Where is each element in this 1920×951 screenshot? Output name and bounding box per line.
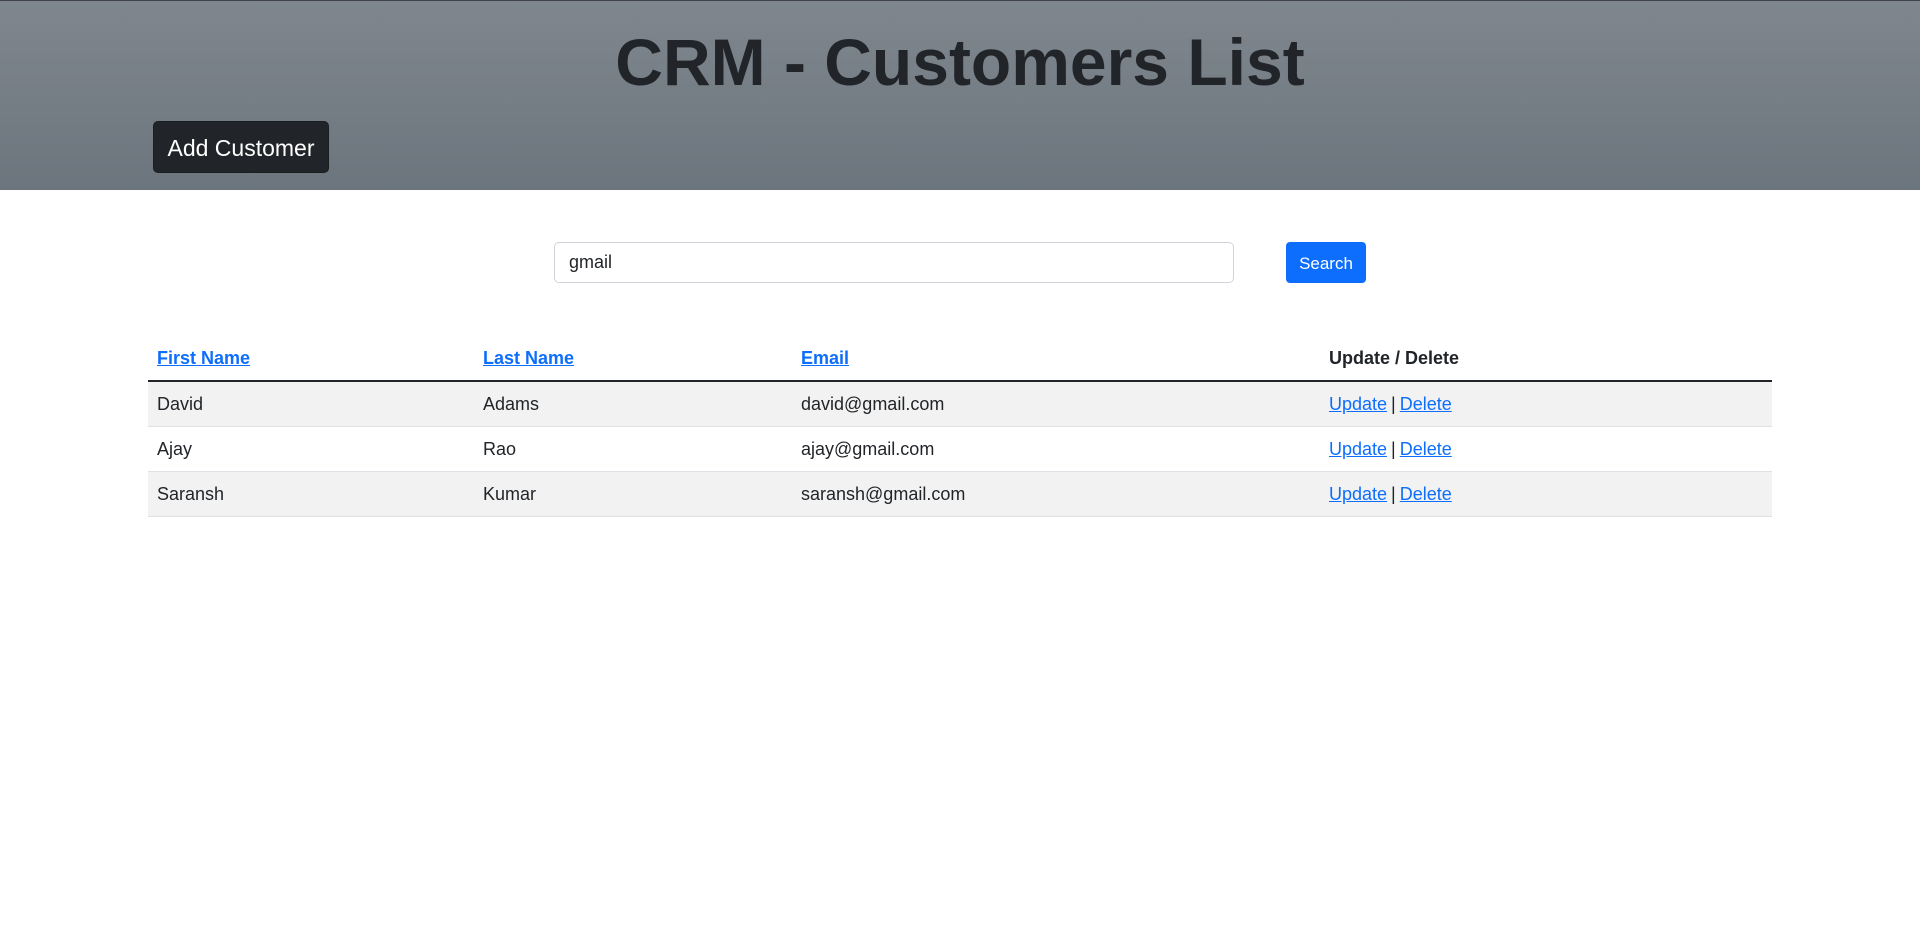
cell-email: ajay@gmail.com [792,426,1320,472]
update-link[interactable]: Update [1329,439,1387,459]
cell-actions: Update | Delete [1320,381,1772,427]
cell-first-name: Ajay [148,426,474,472]
sort-last-name-link[interactable]: Last Name [483,348,574,368]
cell-last-name: Adams [474,381,792,427]
delete-link[interactable]: Delete [1400,394,1452,414]
column-header-email: Email [792,336,1320,382]
add-customer-button[interactable]: Add Customer [153,121,329,173]
table-row: Ajay Rao ajay@gmail.com Update | Delete [148,426,1772,472]
cell-actions: Update | Delete [1320,471,1772,517]
table-header-row: First Name Last Name Email Update / Dele… [148,336,1772,382]
cell-last-name: Rao [474,426,792,472]
cell-first-name: Saransh [148,471,474,517]
page-title: CRM - Customers List [615,25,1305,99]
cell-email: saransh@gmail.com [792,471,1320,517]
sort-email-link[interactable]: Email [801,348,849,368]
page-header: CRM - Customers List Add Customer [0,0,1920,190]
search-button[interactable]: Search [1286,242,1366,283]
search-input[interactable] [554,242,1234,283]
cell-first-name: David [148,381,474,427]
action-separator: | [1391,438,1396,459]
sort-first-name-link[interactable]: First Name [157,348,250,368]
column-header-actions: Update / Delete [1320,336,1772,382]
cell-email: david@gmail.com [792,381,1320,427]
update-link[interactable]: Update [1329,394,1387,414]
cell-last-name: Kumar [474,471,792,517]
table-row: David Adams david@gmail.com Update | Delet… [148,381,1772,427]
customers-table-container: First Name Last Name Email Update / Dele… [148,336,1772,517]
delete-link[interactable]: Delete [1400,439,1452,459]
table-row: Saransh Kumar saransh@gmail.com Update | D… [148,471,1772,517]
column-header-last-name: Last Name [474,336,792,382]
customers-table: First Name Last Name Email Update / Dele… [148,336,1772,517]
action-separator: | [1391,483,1396,504]
update-link[interactable]: Update [1329,484,1387,504]
cell-actions: Update | Delete [1320,426,1772,472]
delete-link[interactable]: Delete [1400,484,1452,504]
column-header-first-name: First Name [148,336,474,382]
action-separator: | [1391,393,1396,414]
